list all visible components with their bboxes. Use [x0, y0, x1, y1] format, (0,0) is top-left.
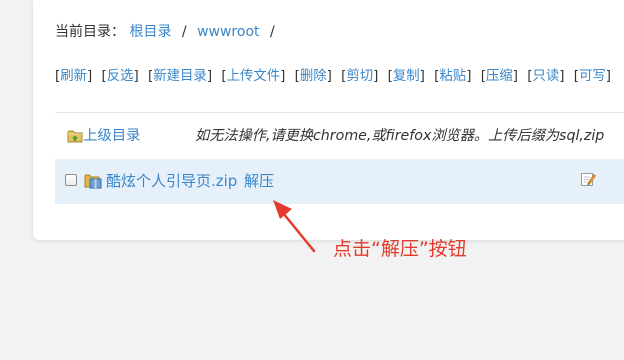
toolbar-item-invert: [反选] — [101, 69, 139, 84]
breadcrumb-separator: / — [181, 24, 187, 40]
file-select-checkbox[interactable] — [65, 174, 77, 186]
writable-button[interactable]: 可写 — [579, 69, 606, 84]
breadcrumb-root-link[interactable]: 根目录 — [129, 24, 171, 40]
divider — [55, 112, 624, 113]
compress-button[interactable]: 压缩 — [486, 69, 513, 84]
toolbar-item-upload: [上传文件] — [221, 69, 286, 84]
toolbar-item-cut: [剪切] — [341, 69, 379, 84]
paste-button[interactable]: 粘贴 — [439, 69, 466, 84]
browser-compatibility-note: 如无法操作,请更换chrome,或firefox浏览器。上传后缀为sql,zip — [195, 128, 605, 144]
breadcrumb-wwwroot-link[interactable]: wwwroot — [197, 24, 259, 40]
folder-up-icon — [67, 128, 83, 144]
toolbar-item-readonly: [只读] — [527, 69, 565, 84]
cut-button[interactable]: 剪切 — [346, 69, 373, 84]
file-name-link[interactable]: 酷炫个人引导页.zip — [106, 171, 237, 191]
action-toolbar: [刷新] [反选] [新建目录] [上传文件] [删除] [剪切] [复制] [… — [55, 67, 616, 87]
toolbar-item-delete: [删除] — [294, 69, 332, 84]
unzip-button[interactable]: 解压 — [244, 171, 274, 191]
breadcrumb-prefix: 当前目录： — [55, 24, 125, 40]
refresh-button[interactable]: 刷新 — [60, 69, 87, 84]
breadcrumb-separator: / — [269, 24, 275, 40]
new-folder-button[interactable]: 新建目录 — [153, 69, 207, 84]
delete-button[interactable]: 删除 — [300, 69, 327, 84]
toolbar-item-compress: [压缩] — [480, 69, 518, 84]
toolbar-item-new-folder: [新建目录] — [148, 69, 213, 84]
invert-selection-button[interactable]: 反选 — [107, 69, 134, 84]
parent-directory-link[interactable]: 上级目录 — [83, 126, 141, 146]
upload-file-button[interactable]: 上传文件 — [227, 69, 281, 84]
annotation-text: 点击“解压”按钮 — [333, 238, 467, 260]
toolbar-item-copy: [复制] — [387, 69, 425, 84]
file-row: 酷炫个人引导页.zip 解压 — [55, 159, 624, 204]
readonly-button[interactable]: 只读 — [532, 69, 559, 84]
zip-archive-icon — [84, 173, 102, 189]
breadcrumb: 当前目录： 根目录 / wwwroot / — [55, 22, 281, 42]
edit-pencil-icon[interactable] — [580, 171, 596, 187]
parent-directory-row: 上级目录 如无法操作,请更换chrome,或firefox浏览器。上传后缀为sq… — [55, 114, 624, 158]
copy-button[interactable]: 复制 — [393, 69, 420, 84]
toolbar-item-writable: [可写] — [573, 69, 611, 84]
toolbar-item-paste: [粘贴] — [434, 69, 472, 84]
toolbar-item-refresh: [刷新] — [55, 69, 93, 84]
